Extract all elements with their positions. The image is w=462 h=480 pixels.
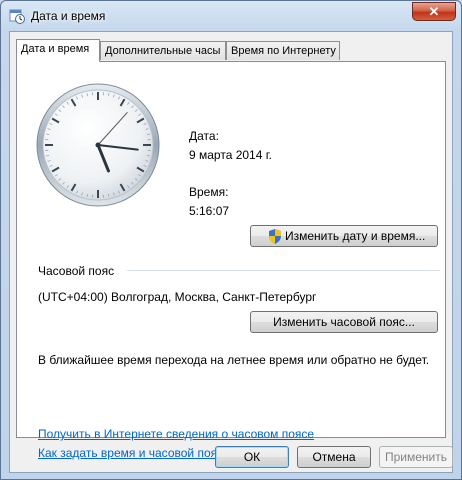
dialog-body: Дата и время Дополнительные часы Время п… bbox=[9, 31, 453, 473]
close-icon: ✕ bbox=[428, 4, 440, 19]
timezone-separator bbox=[127, 270, 440, 271]
tab-internet-time[interactable]: Время по Интернету bbox=[226, 41, 340, 60]
analog-clock bbox=[36, 83, 160, 207]
tab-additional-clocks[interactable]: Дополнительные часы bbox=[100, 41, 226, 60]
date-value: 9 марта 2014 г. bbox=[189, 148, 272, 162]
timezone-value: (UTC+04:00) Волгоград, Москва, Санкт-Пет… bbox=[38, 290, 317, 304]
dst-note: В ближайшее время перехода на летнее вре… bbox=[38, 353, 430, 367]
change-timezone-button[interactable]: Изменить часовой пояс... bbox=[250, 311, 438, 333]
time-value: 5:16:07 bbox=[189, 204, 230, 218]
tab-panel-date-time: Дата: 9 марта 2014 г. Время: 5:16:07 Изм… bbox=[16, 61, 446, 460]
apply-button[interactable]: Применить bbox=[379, 446, 453, 468]
window-title: Дата и время bbox=[31, 9, 106, 23]
change-date-time-label: Изменить дату и время... bbox=[285, 229, 426, 243]
title-bar[interactable]: Дата и время ✕ bbox=[1, 1, 461, 31]
clock-calendar-icon bbox=[9, 9, 25, 24]
change-date-time-button[interactable]: Изменить дату и время... bbox=[250, 225, 438, 247]
ok-button[interactable]: ОК bbox=[215, 446, 289, 468]
time-label: Время: bbox=[189, 185, 229, 199]
date-time-window: Дата и время ✕ Дата и время Дополнительн… bbox=[0, 0, 462, 480]
help-link[interactable]: Как задать время и часовой пояс? bbox=[38, 446, 230, 460]
date-label: Дата: bbox=[189, 129, 219, 143]
timezone-info-link[interactable]: Получить в Интернете сведения о часовом … bbox=[38, 427, 314, 441]
timezone-section-label: Часовой пояс bbox=[38, 264, 115, 278]
close-button[interactable]: ✕ bbox=[412, 2, 456, 21]
tab-date-time[interactable]: Дата и время bbox=[16, 39, 100, 62]
uac-shield-icon bbox=[269, 229, 281, 244]
cancel-button[interactable]: Отмена bbox=[297, 446, 371, 468]
